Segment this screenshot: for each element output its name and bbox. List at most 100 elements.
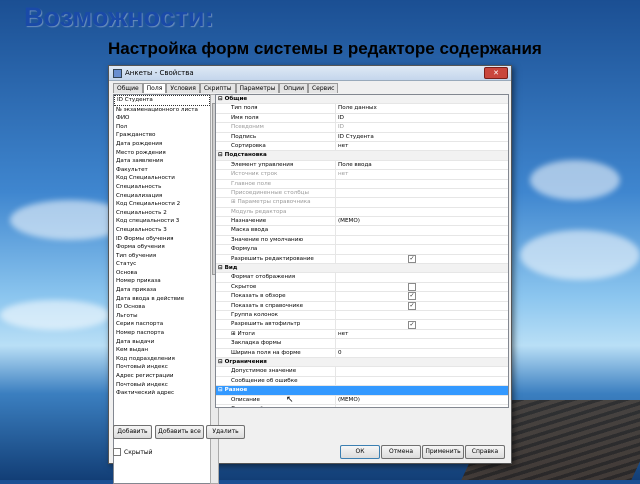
field-list-item[interactable]: Статус <box>114 260 210 269</box>
property-row[interactable]: Главное поле <box>216 179 508 189</box>
property-value[interactable] <box>336 377 508 385</box>
property-value[interactable]: ✓ <box>336 254 508 263</box>
property-row[interactable]: Ширина поля на форме 0 <box>216 348 508 358</box>
property-value[interactable]: 0 <box>336 349 508 357</box>
property-checkbox[interactable]: ✓ <box>408 254 416 263</box>
field-list-item[interactable]: ID Студента <box>114 95 210 106</box>
cancel-button[interactable]: Отмена <box>381 445 421 459</box>
property-checkbox[interactable] <box>408 283 416 291</box>
property-category[interactable]: ⊟ Ограничения <box>216 357 508 368</box>
property-row[interactable]: Модуль редактора <box>216 207 508 218</box>
property-value[interactable]: ✓ <box>336 292 508 301</box>
property-value[interactable] <box>336 236 508 244</box>
field-list-item[interactable]: Адрес регистрации <box>114 372 210 381</box>
tab-6[interactable]: Сервис <box>307 83 339 93</box>
tab-1[interactable]: Поля <box>142 83 167 93</box>
property-row[interactable]: Маска ввода <box>216 226 508 236</box>
property-category[interactable]: ⊟ Разное <box>216 386 508 396</box>
property-row[interactable]: Имя поля ID <box>216 113 508 124</box>
property-row[interactable]: Описание (MEMO) <box>216 395 508 405</box>
field-list-item[interactable]: Специализация <box>114 192 210 201</box>
field-list-item[interactable]: Фактический адрес <box>114 389 210 398</box>
property-category[interactable]: ⊟ Подстановка <box>216 151 508 161</box>
field-list-item[interactable]: Основа <box>114 269 210 278</box>
field-list-item[interactable]: ID Основа <box>114 303 210 312</box>
property-value[interactable]: ✓ <box>336 320 508 329</box>
field-list-item[interactable]: Серия паспорта <box>114 320 210 329</box>
field-list-item[interactable]: № экзаменационного листа <box>114 106 210 115</box>
ok-button[interactable]: ОК <box>340 445 380 459</box>
property-row[interactable]: Тип поля Поле данных <box>216 104 508 114</box>
field-list-item[interactable]: Кем выдан <box>114 346 210 355</box>
property-row[interactable]: Назначение (MEMO) <box>216 217 508 227</box>
property-row[interactable]: Показать в обзоре ✓ <box>216 292 508 302</box>
property-checkbox[interactable]: ✓ <box>408 320 416 329</box>
property-value[interactable] <box>336 311 508 319</box>
property-row[interactable]: Значение по умолчанию <box>216 235 508 246</box>
property-checkbox[interactable]: ✓ <box>408 301 416 310</box>
property-row[interactable]: Разрешить редактирование ✓ <box>216 254 508 265</box>
delete-button[interactable]: Удалить <box>206 425 245 439</box>
field-list-item[interactable]: Тип обучения <box>114 252 210 261</box>
property-checkbox[interactable]: ✓ <box>408 292 416 301</box>
property-row[interactable]: Разрешить автофильтр ✓ <box>216 320 508 330</box>
property-row[interactable]: ⊞ Параметры справочника <box>216 198 508 208</box>
window-titlebar[interactable]: Анкеты - Свойства ✕ <box>109 66 511 81</box>
tab-3[interactable]: Скрипты <box>199 83 236 93</box>
field-list-item[interactable]: Факультет <box>114 166 210 175</box>
tab-0[interactable]: Общие <box>113 83 143 93</box>
property-value[interactable]: (MEMO) <box>336 396 508 404</box>
property-value[interactable] <box>336 189 508 197</box>
add-all-button[interactable]: Добавить все <box>155 425 204 439</box>
field-list-item[interactable]: ФИО <box>114 114 210 123</box>
field-list-item[interactable]: Форма обучения <box>114 243 210 252</box>
field-list-item[interactable]: Код Специальности 2 <box>114 200 210 209</box>
field-list-item[interactable]: Код специальности 3 <box>114 217 210 226</box>
field-list-item[interactable]: Дата приказа <box>114 286 210 295</box>
field-list-item[interactable]: Дата заявления <box>114 157 210 166</box>
property-value[interactable] <box>336 367 508 375</box>
field-list-item[interactable]: Дата рождения <box>114 140 210 149</box>
property-row[interactable]: Группа колонок <box>216 310 508 321</box>
field-list-item[interactable]: Специальность 2 <box>114 209 210 218</box>
property-category[interactable]: ⊟ Вид <box>216 264 508 274</box>
property-grid[interactable]: ⊟ Общие Тип поля Поле данных Имя поля ID Псев… <box>215 94 509 408</box>
property-value[interactable] <box>336 273 508 281</box>
field-list-item[interactable]: Код Специальности <box>114 174 210 183</box>
field-list-item[interactable]: Номер приказа <box>114 277 210 286</box>
property-value[interactable] <box>336 245 508 253</box>
field-list-item[interactable]: Специальность <box>114 183 210 192</box>
field-list-item[interactable]: Пол <box>114 123 210 132</box>
tab-2[interactable]: Условия <box>166 83 200 93</box>
property-value[interactable] <box>336 405 508 407</box>
property-row[interactable]: Сообщение об ошибке <box>216 376 508 387</box>
property-row[interactable]: Формат отображения <box>216 273 508 283</box>
property-value[interactable]: нет <box>336 142 508 150</box>
add-button[interactable]: Добавить <box>113 425 152 439</box>
property-row[interactable]: Скрытое <box>216 282 508 293</box>
property-value[interactable]: ID Студента <box>336 133 508 141</box>
property-row[interactable]: Сортировка нет <box>216 141 508 152</box>
property-category[interactable]: ⊟ Общие <box>216 95 508 105</box>
property-value[interactable] <box>336 180 508 188</box>
field-list-item[interactable]: Место рождения <box>114 149 210 158</box>
property-value[interactable] <box>336 339 508 347</box>
field-list-item[interactable]: Номер паспорта <box>114 329 210 338</box>
property-value[interactable] <box>336 198 508 206</box>
checkbox-box[interactable] <box>113 448 121 456</box>
property-value[interactable]: нет <box>336 330 508 338</box>
property-row[interactable]: Элемент управления Поле ввода <box>216 160 508 171</box>
tab-4[interactable]: Параметры <box>235 83 280 93</box>
property-row[interactable]: Закладка формы <box>216 339 508 349</box>
property-value[interactable]: ID <box>336 114 508 122</box>
property-row[interactable]: ⊞ Итоги нет <box>216 329 508 340</box>
hidden-checkbox[interactable]: Скрытый <box>113 448 153 456</box>
field-list-item[interactable]: ID Формы обучения <box>114 235 210 244</box>
property-row[interactable]: Формула <box>216 245 508 255</box>
tab-5[interactable]: Опции <box>279 83 308 93</box>
property-value[interactable]: Поле ввода <box>336 161 508 169</box>
field-list-item[interactable]: Гражданство <box>114 131 210 140</box>
property-row[interactable]: Источник строк нет <box>216 170 508 180</box>
property-value[interactable]: нет <box>336 170 508 178</box>
property-value[interactable] <box>336 226 508 234</box>
